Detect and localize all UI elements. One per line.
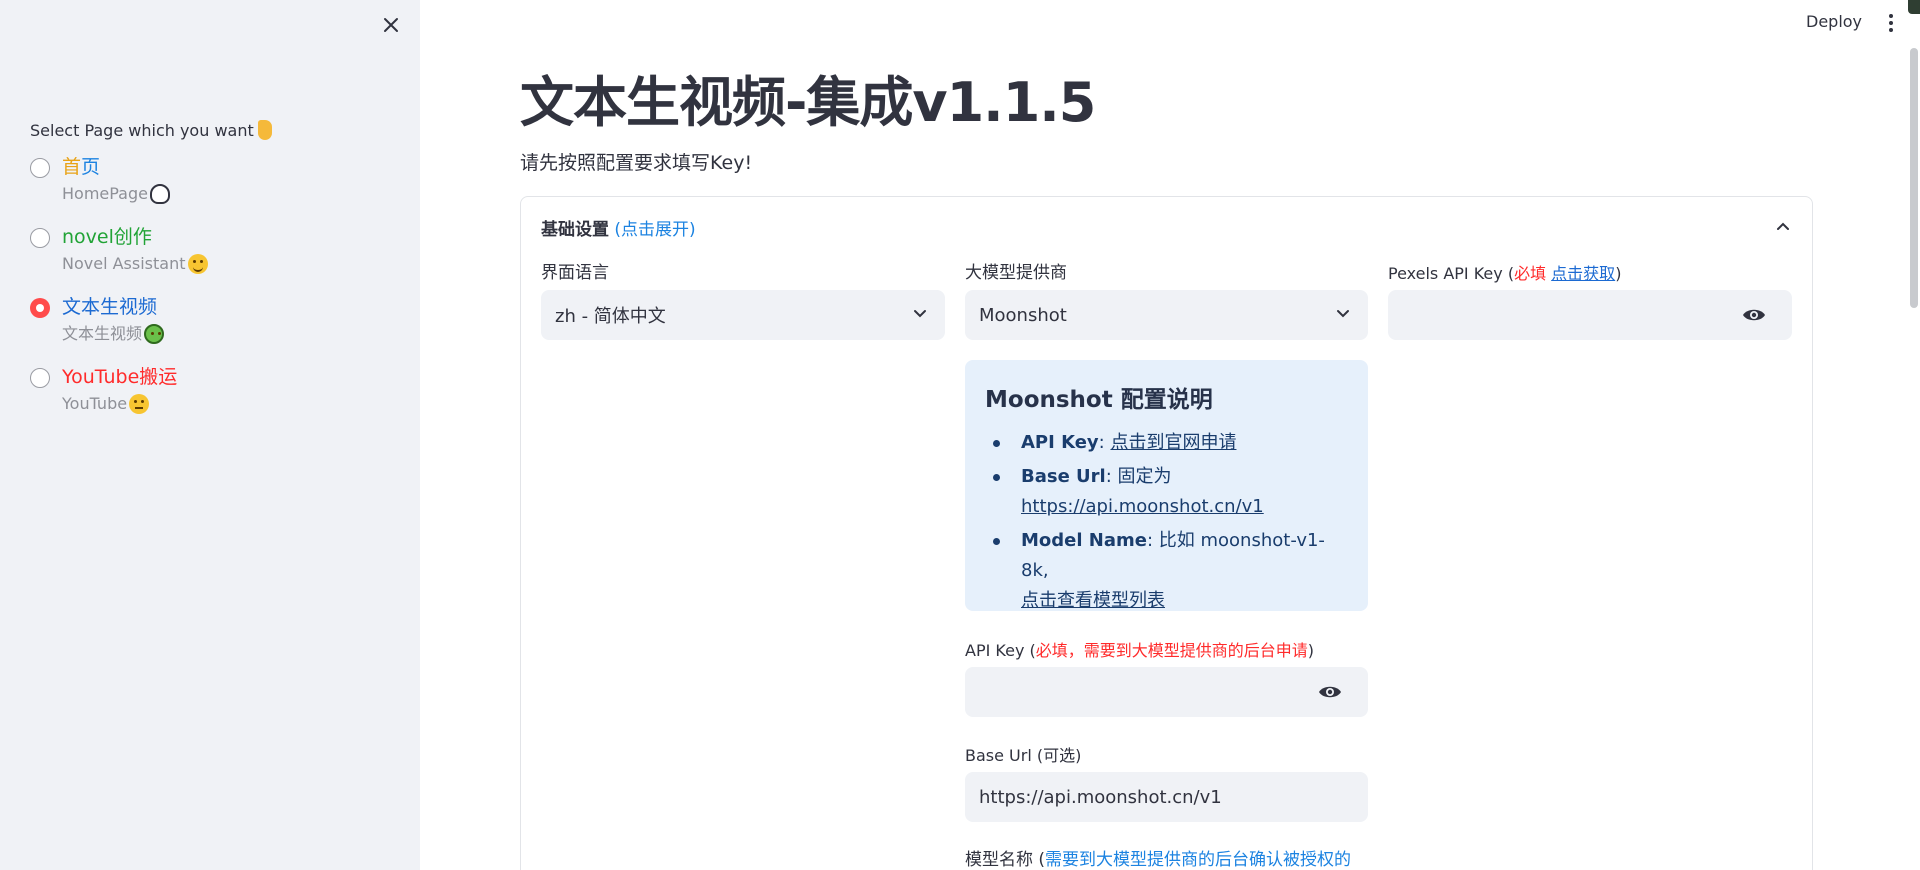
- info-title: Moonshot 配置说明: [985, 387, 1213, 413]
- text-to-video-subtitle-text: 文本生视频: [62, 324, 143, 343]
- model-name-hint: 需要到大模型提供商的后台确认被授权的: [1045, 850, 1352, 870]
- base-url-label: Base Url (可选): [965, 746, 1082, 765]
- expander-hint: (点击展开): [614, 220, 696, 240]
- pexels-get-link[interactable]: 点击获取: [1551, 264, 1615, 283]
- info-item-base-url: Base Url: 固定为 https://api.moonshot.cn/v1: [985, 462, 1348, 522]
- page-select-label-text: Select Page which you want: [30, 120, 254, 140]
- info-base-url-link[interactable]: https://api.moonshot.cn/v1: [1021, 496, 1264, 517]
- pexels-label-prefix: Pexels API Key (: [1388, 264, 1515, 283]
- radio-button-home[interactable]: [30, 158, 50, 178]
- moonshot-info-box: Moonshot 配置说明 API Key: 点击到官网申请 Base Url:…: [965, 360, 1368, 611]
- smile-icon: [187, 254, 208, 274]
- provider-select[interactable]: Moonshot: [965, 290, 1368, 340]
- ghost-icon: [149, 184, 170, 204]
- info-item-model-name: Model Name: 比如 moonshot-v1-8k, 点击查看模型列表: [985, 526, 1348, 616]
- radio-title-youtube[interactable]: YouTube搬运: [62, 362, 177, 392]
- api-key-input[interactable]: [965, 667, 1368, 717]
- pointing-down-icon: [257, 120, 272, 140]
- eye-icon[interactable]: [1318, 682, 1342, 702]
- chevron-up-icon[interactable]: [1776, 219, 1790, 233]
- radio-button-text-to-video[interactable]: [30, 298, 50, 318]
- main-menu-icon[interactable]: [1888, 14, 1894, 32]
- radio-subtitle-text-to-video: 文本生视频: [62, 322, 165, 346]
- radio-item-novel[interactable]: novel创作 Novel Assistant: [30, 222, 208, 292]
- close-icon[interactable]: [380, 14, 402, 36]
- eye-icon[interactable]: [1742, 305, 1766, 325]
- chevron-down-icon: [914, 310, 926, 318]
- pexels-api-key-input[interactable]: [1388, 290, 1792, 340]
- api-key-required: 必填，需要到大模型提供商的后台申请: [1035, 641, 1308, 660]
- page-select-label: Select Page which you want: [30, 120, 272, 140]
- pexels-required: 必填: [1514, 264, 1547, 283]
- api-key-label-suffix: ): [1307, 641, 1314, 660]
- page-title: 文本生视频-集成v1.1.5: [520, 71, 1096, 134]
- novel-subtitle-text: Novel Assistant: [62, 254, 186, 273]
- api-key-label-prefix: API Key (: [965, 641, 1036, 660]
- info-api-key-label: API Key: [1021, 432, 1099, 453]
- radio-title-novel[interactable]: novel创作: [62, 222, 208, 252]
- info-base-url-text: : 固定为: [1105, 466, 1172, 487]
- radio-item-home[interactable]: 首页 HomePage: [30, 152, 208, 222]
- info-item-api-key: API Key: 点击到官网申请: [985, 428, 1348, 458]
- info-model-name-label: Model Name: [1021, 530, 1147, 551]
- base-url-value: https://api.moonshot.cn/v1: [979, 786, 1222, 808]
- api-key-label: API Key (必填，需要到大模型提供商的后台申请): [965, 637, 1314, 661]
- expander-title: 基础设置: [541, 220, 609, 240]
- expander-header[interactable]: 基础设置 (点击展开): [541, 215, 696, 240]
- scrollbar[interactable]: [1910, 48, 1918, 308]
- frog-icon: [144, 324, 165, 344]
- provider-label: 大模型提供商: [965, 263, 1067, 283]
- home-title-part2: 页: [81, 156, 101, 178]
- info-model-list-link[interactable]: 点击查看模型列表: [1021, 590, 1165, 611]
- radio-item-text-to-video[interactable]: 文本生视频 文本生视频: [30, 292, 208, 362]
- language-label: 界面语言: [541, 263, 609, 283]
- status-indicator: [1908, 0, 1920, 14]
- radio-title-home[interactable]: 首页: [62, 152, 170, 182]
- chevron-down-icon: [1337, 310, 1349, 318]
- pexels-label: Pexels API Key (必填 点击获取): [1388, 260, 1621, 284]
- radio-title-text-to-video[interactable]: 文本生视频: [62, 292, 164, 322]
- page-radio-group: 首页 HomePage novel创作 Novel Assistant 文本生视…: [30, 152, 208, 432]
- radio-subtitle-home: HomePage: [62, 182, 170, 206]
- info-base-url-label: Base Url: [1021, 466, 1106, 487]
- model-name-label: 模型名称 (需要到大模型提供商的后台确认被授权的: [965, 845, 1351, 870]
- language-select-value: zh - 简体中文: [555, 306, 666, 327]
- model-name-label-prefix: 模型名称 (: [965, 850, 1046, 870]
- radio-subtitle-novel: Novel Assistant: [62, 252, 208, 276]
- radio-button-youtube[interactable]: [30, 368, 50, 388]
- home-title-part1: 首: [62, 156, 82, 178]
- info-list: API Key: 点击到官网申请 Base Url: 固定为 https://a…: [985, 428, 1348, 616]
- youtube-subtitle-text: YouTube: [62, 394, 128, 413]
- radio-button-novel[interactable]: [30, 228, 50, 248]
- base-url-input[interactable]: https://api.moonshot.cn/v1: [965, 772, 1368, 822]
- sidebar: Select Page which you want 首页 HomePage n…: [0, 0, 420, 870]
- deploy-button[interactable]: Deploy: [1806, 12, 1862, 31]
- radio-subtitle-youtube: YouTube: [62, 392, 177, 416]
- home-subtitle-text: HomePage: [62, 184, 148, 203]
- language-select[interactable]: zh - 简体中文: [541, 290, 945, 340]
- page-subtitle: 请先按照配置要求填写Key!: [520, 152, 753, 174]
- radio-item-youtube[interactable]: YouTube搬运 YouTube: [30, 362, 208, 432]
- neutral-face-icon: [129, 394, 150, 414]
- pexels-label-suffix: ): [1615, 264, 1622, 283]
- info-api-key-link[interactable]: 点击到官网申请: [1110, 432, 1236, 453]
- provider-select-value: Moonshot: [979, 304, 1067, 326]
